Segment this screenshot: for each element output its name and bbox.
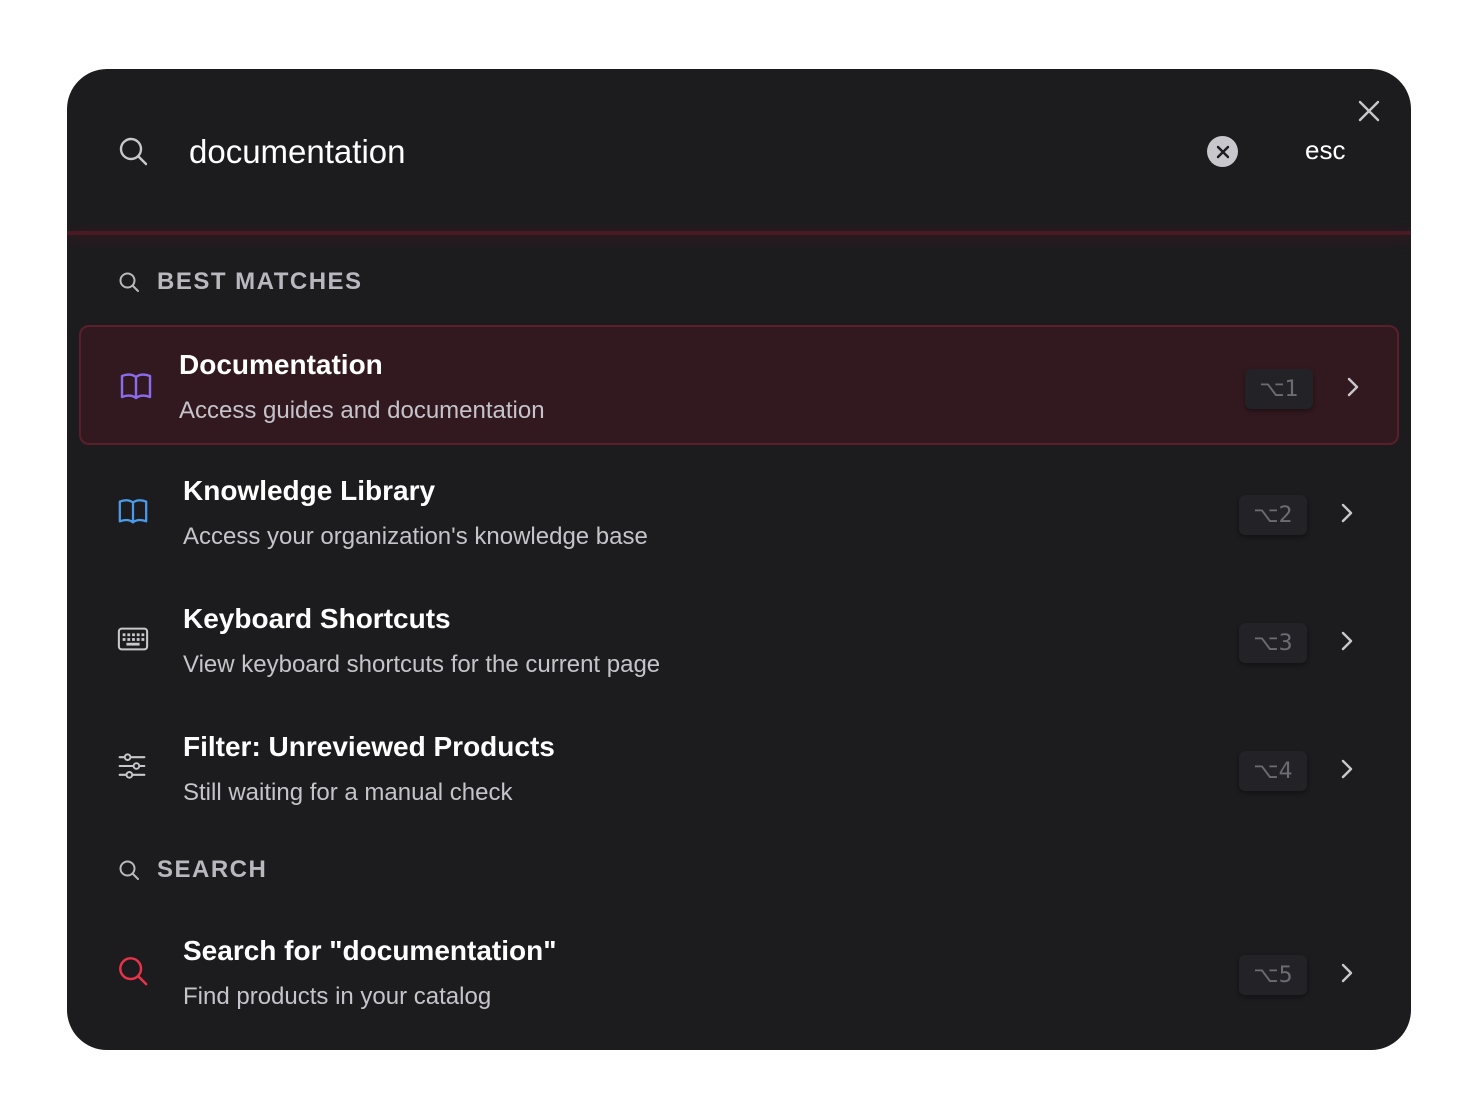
- result-title: Filter: Unreviewed Products: [183, 731, 555, 762]
- search-icon: [119, 860, 139, 880]
- result-description: Access guides and documentation: [179, 397, 545, 424]
- result-title: Keyboard Shortcuts: [183, 603, 451, 634]
- result-description: Find products in your catalog: [183, 983, 492, 1010]
- result-item-documentation[interactable]: Documentation Access guides and document…: [79, 325, 1399, 445]
- result-item-keyboard-shortcuts[interactable]: Keyboard Shortcuts View keyboard shortcu…: [79, 581, 1399, 701]
- shortcut-badge: ⌥3: [1239, 623, 1307, 663]
- clear-search-button[interactable]: [1207, 136, 1238, 167]
- result-title: Knowledge Library: [183, 475, 436, 506]
- section-header-best-matches: BEST MATCHES: [117, 267, 363, 297]
- result-description: View keyboard shortcuts for the current …: [183, 651, 661, 678]
- chevron-right-icon: [1347, 377, 1359, 397]
- keyboard-icon: [117, 627, 149, 651]
- search-icon: [119, 272, 139, 292]
- sliders-icon: [118, 753, 146, 779]
- chevron-right-icon: [1341, 503, 1353, 523]
- result-item-knowledge-library[interactable]: Knowledge Library Access your organizati…: [79, 453, 1399, 573]
- shortcut-badge: ⌥5: [1239, 955, 1307, 995]
- search-input[interactable]: [189, 124, 1169, 180]
- result-description: Still waiting for a manual check: [183, 779, 513, 806]
- search-icon: [119, 957, 148, 986]
- result-title: Search for "documentation": [183, 935, 557, 966]
- esc-hint[interactable]: esc: [1305, 135, 1345, 166]
- result-item-search-documentation[interactable]: Search for "documentation" Find products…: [79, 913, 1399, 1033]
- search-divider: [67, 231, 1411, 235]
- section-header-search: SEARCH: [117, 855, 267, 885]
- result-description: Access your organization's knowledge bas…: [183, 523, 648, 550]
- chevron-right-icon: [1341, 963, 1353, 983]
- chevron-right-icon: [1341, 631, 1353, 651]
- clear-icon: [1216, 145, 1229, 158]
- book-open-icon: [118, 499, 148, 524]
- book-open-icon: [120, 373, 152, 400]
- section-label: SEARCH: [157, 856, 268, 883]
- result-item-filter-unreviewed[interactable]: Filter: Unreviewed Products Still waitin…: [79, 709, 1399, 829]
- shortcut-badge: ⌥2: [1239, 495, 1307, 535]
- search-bar: esc: [67, 69, 1411, 231]
- section-label: BEST MATCHES: [157, 268, 363, 295]
- result-title: Documentation: [179, 349, 383, 380]
- shortcut-badge: ⌥1: [1245, 369, 1313, 409]
- search-icon: [119, 137, 148, 166]
- shortcut-badge: ⌥4: [1239, 751, 1307, 791]
- chevron-right-icon: [1341, 759, 1353, 779]
- command-palette: esc BEST MATCHES Documentation Access gu…: [67, 69, 1411, 1050]
